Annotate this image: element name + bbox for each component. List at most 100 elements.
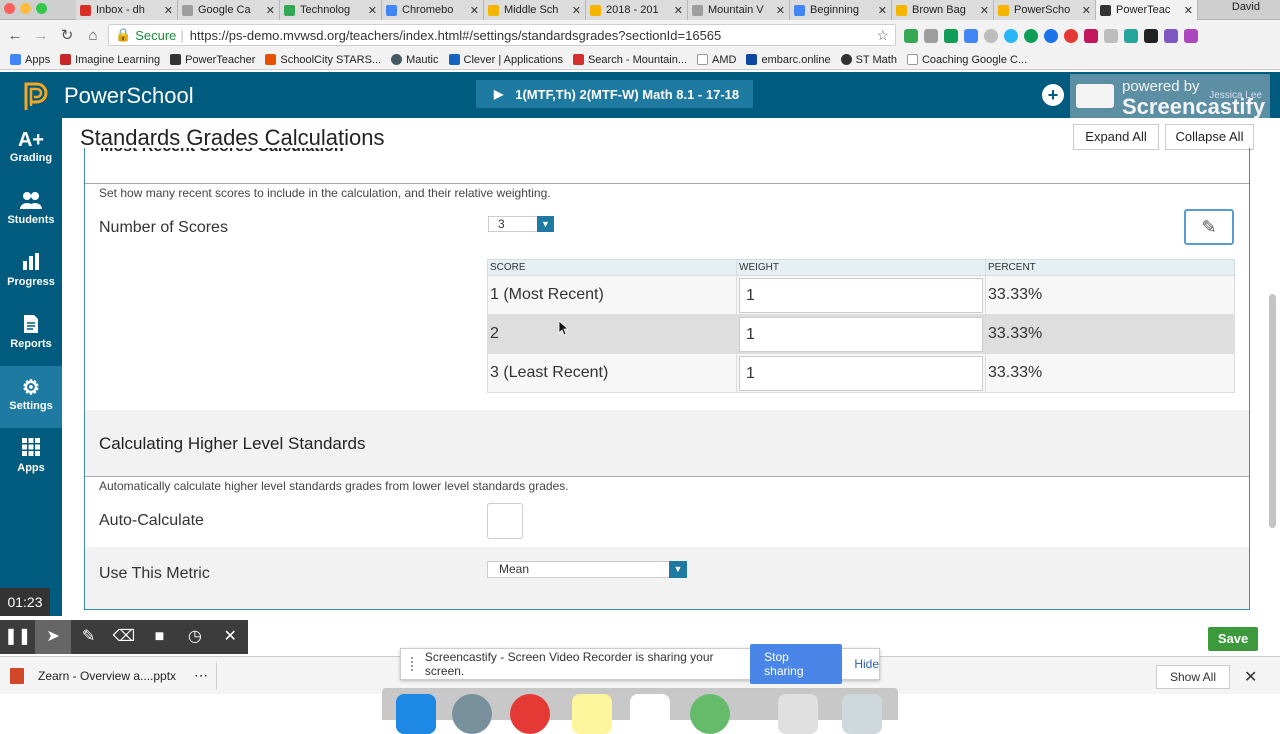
stop-sharing-button[interactable]: Stop sharing <box>750 644 843 684</box>
eraser-tool-icon[interactable]: ⌫ <box>106 620 141 654</box>
collapse-all-button[interactable]: Collapse All <box>1165 124 1254 150</box>
browser-tab[interactable]: Google Ca ✕ <box>178 0 280 20</box>
reload-icon[interactable]: ↻ <box>56 26 78 44</box>
extension-icon[interactable] <box>944 29 958 43</box>
notes-icon[interactable] <box>572 694 612 734</box>
tab-close-icon[interactable]: ✕ <box>1082 4 1091 17</box>
hide-link[interactable]: Hide <box>854 657 879 671</box>
pen-tool-icon[interactable]: ✎ <box>71 620 106 654</box>
sidebar-item-grading[interactable]: A+ Grading <box>0 118 62 180</box>
extension-icon[interactable] <box>1164 29 1178 43</box>
expand-all-button[interactable]: Expand All <box>1073 124 1159 150</box>
extension-icon[interactable] <box>1104 29 1118 43</box>
tab-close-icon[interactable]: ✕ <box>572 4 581 17</box>
section-heading-recent[interactable]: Most Recent Scores Calculation <box>100 148 344 156</box>
browser-tab[interactable]: Middle Sch ✕ <box>484 0 586 20</box>
home-icon[interactable]: ⌂ <box>82 27 104 44</box>
show-all-button[interactable]: Show All <box>1156 665 1230 689</box>
trash-icon[interactable] <box>842 694 882 734</box>
metric-select[interactable]: Mean ▼ <box>487 561 687 578</box>
section-heading-higher[interactable]: Calculating Higher Level Standards <box>99 434 366 454</box>
tab-close-icon[interactable]: ✕ <box>266 4 275 17</box>
close-icon[interactable]: ✕ <box>1244 667 1257 687</box>
weight-input[interactable]: 1 <box>739 277 983 313</box>
tab-close-icon[interactable]: ✕ <box>368 4 377 17</box>
extension-icon[interactable] <box>1004 29 1018 43</box>
browser-tab[interactable]: Inbox - dh ✕ <box>76 0 178 20</box>
download-item[interactable]: Zearn - Overview a....pptx ⋯ <box>10 667 208 684</box>
chrome-icon[interactable] <box>510 694 550 734</box>
tab-close-icon[interactable]: ✕ <box>776 4 785 17</box>
extension-icon[interactable] <box>1044 29 1058 43</box>
stopwatch-icon[interactable]: ◷ <box>177 620 212 654</box>
extension-icon[interactable] <box>1184 29 1198 43</box>
browser-tab[interactable]: Technolog ✕ <box>280 0 382 20</box>
tab-close-icon[interactable]: ✕ <box>1184 4 1193 17</box>
browser-tab[interactable]: Beginning ✕ <box>790 0 892 20</box>
tab-close-icon[interactable]: ✕ <box>164 4 173 17</box>
extension-icon[interactable] <box>1024 29 1038 43</box>
auto-calculate-checkbox[interactable] <box>487 503 523 539</box>
browser-tab[interactable]: Mountain V ✕ <box>688 0 790 20</box>
webcam-icon[interactable]: ■ <box>142 620 177 654</box>
sidebar-item-reports[interactable]: Reports <box>0 304 62 366</box>
extension-icon[interactable] <box>1144 29 1158 43</box>
window-zoom-icon[interactable] <box>36 3 47 14</box>
browser-tab[interactable]: Brown Bag ✕ <box>892 0 994 20</box>
edit-pencil-button[interactable]: ✎ <box>1184 209 1234 245</box>
extension-icon[interactable] <box>924 29 938 43</box>
sidebar-item-progress[interactable]: Progress <box>0 242 62 304</box>
back-arrow-icon[interactable]: ← <box>4 27 26 44</box>
bookmark-item[interactable]: embarc.online <box>746 54 831 66</box>
user-name[interactable]: Jessica Lee <box>1209 90 1262 101</box>
pause-icon[interactable]: ❚❚ <box>0 620 35 654</box>
tab-close-icon[interactable]: ✕ <box>470 4 479 17</box>
bookmark-item[interactable]: ST Math <box>840 54 897 66</box>
bookmark-item[interactable]: Imagine Learning <box>60 54 160 66</box>
bookmark-item[interactable]: PowerTeacher <box>170 54 255 66</box>
bookmark-item[interactable]: SchoolCity STARS... <box>265 54 381 66</box>
sidebar-item-students[interactable]: Students <box>0 180 62 242</box>
more-options-icon[interactable]: ⋯ <box>194 667 208 684</box>
browser-tab[interactable]: Chromebo ✕ <box>382 0 484 20</box>
powerschool-logo-icon[interactable] <box>22 80 50 112</box>
bookmark-item[interactable]: AMD <box>697 54 736 66</box>
close-icon[interactable]: ✕ <box>213 620 248 654</box>
browser-tab[interactable]: PowerScho ✕ <box>994 0 1096 20</box>
window-close-icon[interactable] <box>4 3 15 14</box>
profile-name[interactable]: David <box>1232 1 1260 13</box>
number-of-scores-select[interactable]: 3 ▼ <box>488 216 554 232</box>
extension-icon[interactable] <box>1124 29 1138 43</box>
class-selector[interactable]: ▶ 1(MTF,Th) 2(MTF-W) Math 8.1 - 17-18 <box>476 80 753 108</box>
sidebar-item-apps[interactable]: Apps <box>0 428 62 490</box>
bookmark-item[interactable]: Clever | Applications <box>448 54 563 66</box>
page-scrollbar[interactable] <box>1269 294 1276 528</box>
weight-input[interactable]: 1 <box>739 316 983 352</box>
bookmark-item[interactable]: Search - Mountain... <box>572 54 687 66</box>
sidebar-item-settings[interactable]: ⚙ Settings <box>0 366 62 428</box>
bookmark-item[interactable]: Coaching Google C... <box>906 54 1027 66</box>
app-va-icon[interactable] <box>630 694 670 734</box>
window-minimize-icon[interactable] <box>20 3 31 14</box>
save-button[interactable]: Save <box>1208 627 1258 651</box>
cursor-tool-icon[interactable]: ➤ <box>35 620 71 654</box>
tab-close-icon[interactable]: ✕ <box>878 4 887 17</box>
bookmark-star-icon[interactable]: ☆ <box>876 27 889 44</box>
address-bar[interactable]: 🔒 Secure | https://ps-demo.mvwsd.org/tea… <box>108 24 896 46</box>
create-plus-icon[interactable]: + <box>1042 84 1064 106</box>
extension-icon[interactable] <box>904 29 918 43</box>
tab-close-icon[interactable]: ✕ <box>980 4 989 17</box>
extension-icon[interactable] <box>1084 29 1098 43</box>
forward-arrow-icon[interactable]: → <box>30 27 52 44</box>
store-icon[interactable] <box>778 694 818 734</box>
tab-close-icon[interactable]: ✕ <box>674 4 683 17</box>
drag-handle-icon[interactable] <box>411 657 415 671</box>
extension-icon[interactable] <box>964 29 978 43</box>
bookmark-item[interactable]: Apps <box>10 54 50 66</box>
weight-input[interactable]: 1 <box>739 355 983 391</box>
launchpad-icon[interactable] <box>452 694 492 734</box>
browser-tab-active[interactable]: PowerTeac ✕ <box>1096 0 1198 20</box>
extension-icon[interactable] <box>1064 29 1078 43</box>
finder-icon[interactable] <box>396 694 436 734</box>
app-icon[interactable] <box>690 694 730 734</box>
